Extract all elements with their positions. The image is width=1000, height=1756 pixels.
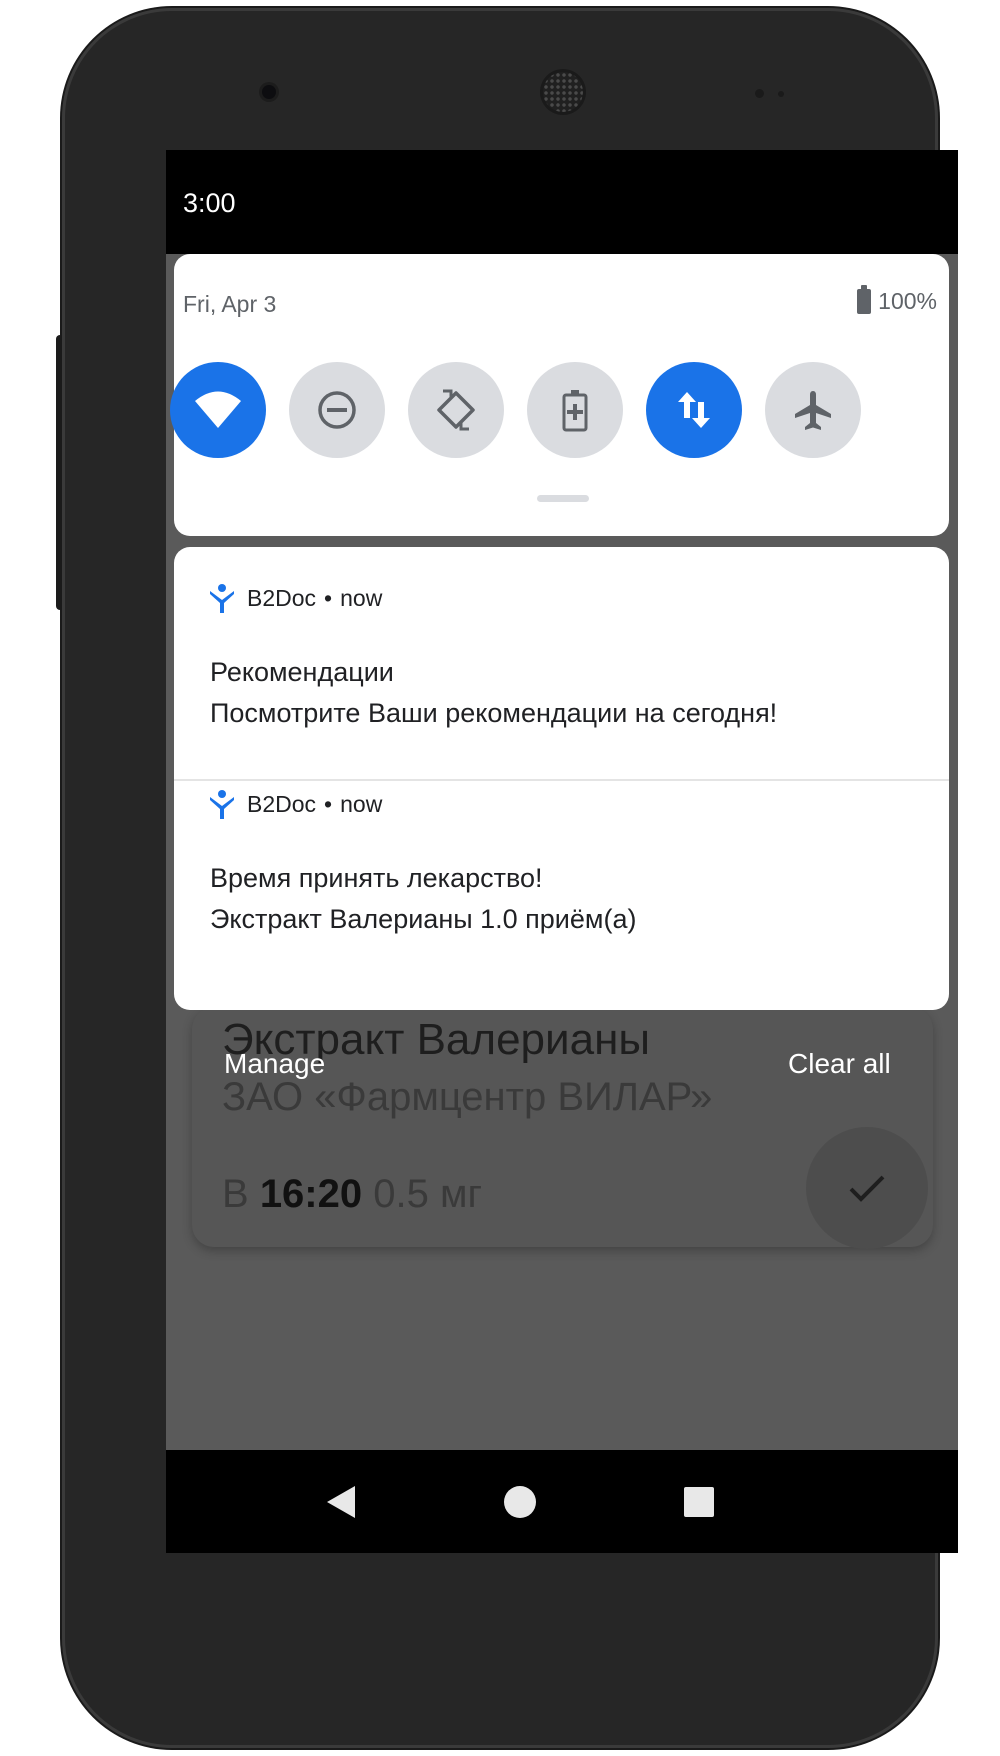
medication-dose: В 16:20 0.5 мг <box>222 1172 482 1217</box>
notification-text: Экстракт Валерианы 1.0 приём(а) <box>210 904 637 934</box>
earpiece-speaker <box>543 72 583 112</box>
tile-battery-saver[interactable] <box>527 362 623 458</box>
back-button[interactable] <box>319 1480 363 1524</box>
dose-prefix: В <box>222 1172 249 1216</box>
notification-header: B2Doc • now <box>209 583 382 613</box>
navigation-bar <box>166 1450 958 1553</box>
quick-settings-panel: Fri, Apr 3 100% <box>170 254 949 536</box>
check-icon <box>849 1175 885 1202</box>
notification-app-name: B2Doc <box>247 790 317 817</box>
light-sensor <box>778 91 784 97</box>
medication-card: Экстракт Валерианы ЗАО «Фармцентр ВИЛАР»… <box>192 1007 933 1249</box>
dose-amount: 0.5 мг <box>373 1172 483 1216</box>
battery-saver-icon <box>562 390 588 432</box>
notification-title: Рекомендации <box>210 657 394 687</box>
notification-title: Время принять лекарство! <box>210 863 543 893</box>
auto-rotate-icon <box>437 389 475 431</box>
qs-date: Fri, Apr 3 <box>183 291 277 317</box>
recents-icon <box>684 1487 714 1517</box>
home-button[interactable] <box>498 1480 542 1524</box>
notification-separator: • <box>324 584 333 611</box>
clear-all-button[interactable]: Clear all <box>788 1048 891 1080</box>
notification-divider <box>174 779 949 781</box>
airplane-icon <box>795 391 831 430</box>
proximity-sensor <box>755 89 764 98</box>
notification-app-name: B2Doc <box>247 584 317 611</box>
notification-time: now <box>340 790 383 817</box>
status-bar: 3:00 <box>166 150 958 254</box>
notification-separator: • <box>324 790 333 817</box>
tile-auto-rotate[interactable] <box>408 362 504 458</box>
back-icon <box>327 1486 355 1518</box>
status-time: 3:00 <box>183 188 236 218</box>
notification-time: now <box>340 584 383 611</box>
battery-icon <box>857 285 872 314</box>
b2doc-app-icon <box>210 790 234 819</box>
expand-handle[interactable] <box>537 495 589 502</box>
wifi-icon <box>195 391 241 428</box>
tile-wifi[interactable] <box>170 362 266 458</box>
do-not-disturb-icon <box>318 391 356 429</box>
dose-time: 16:20 <box>259 1172 363 1216</box>
take-dose-button <box>806 1127 928 1249</box>
recents-button[interactable] <box>677 1480 721 1524</box>
tile-do-not-disturb[interactable] <box>289 362 385 458</box>
mobile-data-icon <box>678 392 710 428</box>
manage-button[interactable]: Manage <box>224 1048 325 1080</box>
tile-airplane-mode[interactable] <box>765 362 861 458</box>
notification-text: Посмотрите Ваши рекомендации на сегодня! <box>210 698 778 728</box>
home-icon <box>504 1486 536 1518</box>
medication-manufacturer: ЗАО «Фармцентр ВИЛАР» <box>222 1075 713 1119</box>
front-camera <box>262 85 276 99</box>
tile-mobile-data[interactable] <box>646 362 742 458</box>
b2doc-app-icon <box>210 584 234 613</box>
notification-group: B2Doc • now Рекомендации Посмотрите Ваши… <box>174 547 949 1010</box>
phone-frame: Экстракт Валерианы ЗАО «Фармцентр ВИЛАР»… <box>62 8 958 1748</box>
screen: Экстракт Валерианы ЗАО «Фармцентр ВИЛАР»… <box>166 150 958 1553</box>
notification-header: B2Doc • now <box>209 789 382 819</box>
battery-percent: 100% <box>878 288 937 314</box>
qs-battery: 100% <box>857 285 937 315</box>
